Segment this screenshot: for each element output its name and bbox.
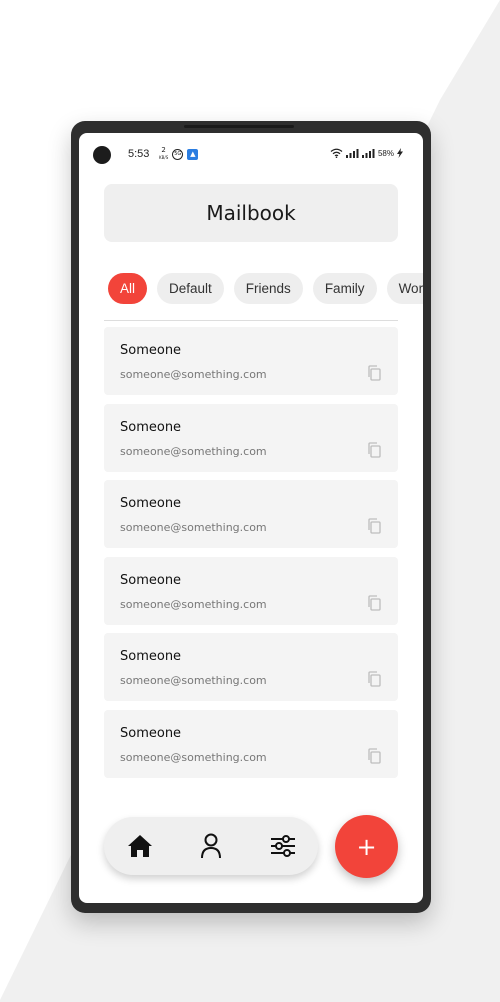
copy-icon[interactable] [367,365,382,381]
contact-card[interactable]: Someone someone@something.com [104,556,398,625]
contact-email: someone@something.com [120,750,267,764]
contact-name: Someone [120,343,182,358]
nav-settings-button[interactable] [269,832,297,860]
signal-icon-2 [361,148,375,158]
contact-card[interactable]: Someone someone@something.com [104,403,398,472]
status-icons-left: 2 KB/S 5G ▲ [159,146,199,161]
battery-level: 58% [377,148,394,158]
copy-icon[interactable] [367,441,382,458]
wifi-icon [330,148,343,158]
home-icon [128,835,152,857]
divider [104,320,398,321]
notification-app-icon: ▲ [187,148,199,160]
chip-all[interactable]: All [108,273,148,304]
app-title-card: Mailbook [104,184,398,242]
chip-default[interactable]: Default [157,273,224,304]
nav-contacts-button[interactable] [197,832,225,860]
contact-card[interactable]: Someone someone@something.com [104,633,398,701]
chip-friends[interactable]: Friends [233,273,303,304]
status-bar: 5:53 2 KB/S 5G ▲ 58% [79,133,423,177]
contact-email: someone@something.com [120,444,267,458]
contact-email: someone@something.com [120,674,267,687]
status-icons-right: 58% [330,148,403,158]
chip-family[interactable]: Family [312,273,377,304]
contact-email: someone@something.com [120,521,267,534]
phone-frame: 5:53 2 KB/S 5G ▲ 58% Mailbook All Defaul… [71,121,431,913]
add-contact-button[interactable]: + [335,815,398,878]
contact-email: someone@something.com [120,368,267,381]
contact-name: Someone [120,496,182,511]
copy-icon[interactable] [367,594,382,611]
phone-speaker [184,125,294,128]
contact-card[interactable]: Someone someone@something.com [104,480,398,548]
front-camera [93,146,111,164]
chip-work[interactable]: Work [386,273,423,304]
contact-card[interactable]: Someone someone@something.com [104,709,398,778]
contact-name: Someone [120,649,182,664]
contact-name: Someone [120,725,182,741]
signal-icon [345,148,359,158]
app-screen: 5:53 2 KB/S 5G ▲ 58% Mailbook All Defaul… [79,133,423,903]
contact-card[interactable]: Someone someone@something.com [104,327,398,395]
nav-home-button[interactable] [126,832,154,860]
sliders-icon [271,835,295,857]
page-title: Mailbook [206,201,296,225]
filter-chips: All Default Friends Family Work [108,273,423,304]
contact-list: Someone someone@something.com Someone so… [104,327,398,786]
charging-icon [397,148,403,158]
copy-icon[interactable] [367,671,382,687]
copy-icon[interactable] [367,518,382,534]
contact-name: Someone [120,572,182,588]
bottom-nav [104,817,318,875]
contact-name: Someone [120,419,182,435]
person-icon [201,833,221,859]
network-badge-icon: 5G [172,148,184,160]
status-time: 5:53 [128,148,150,160]
net-speed-indicator: 2 KB/S [159,146,169,161]
contact-email: someone@something.com [120,597,267,611]
copy-icon[interactable] [367,747,382,764]
